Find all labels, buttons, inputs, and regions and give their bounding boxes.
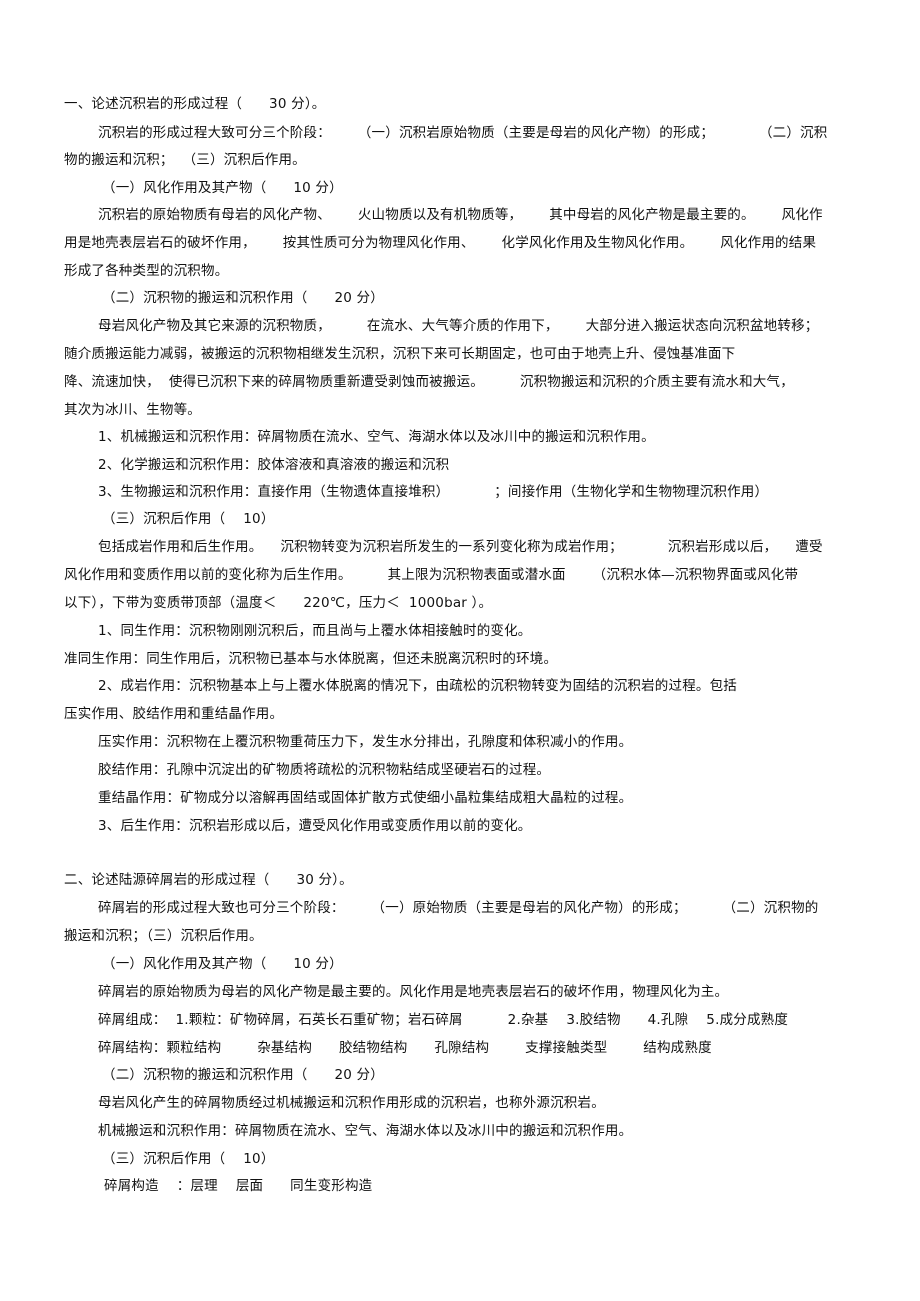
paragraph-line: 以下），下带为变质带顶部（温度＜ 220℃，压力＜ 1000bar ）。	[64, 595, 493, 611]
list-item: 1、同生作用：沉积物刚刚沉积后，而且尚与上覆水体相接触时的变化。	[98, 623, 532, 639]
paragraph-line: 沉积岩的形成过程大致可分三个阶段： （一）沉积岩原始物质（主要是母岩的风化产物）…	[98, 125, 828, 141]
paragraph-line: 碎屑结构：颗粒结构 杂基结构 胶结物结构 孔隙结构 支撑接触类型 结构成熟度	[98, 1040, 712, 1056]
paragraph-line: 风化作用和变质作用以前的变化称为后生作用。 其上限为沉积物表面或潜水面 （沉积水…	[64, 567, 799, 583]
paragraph-line: 搬运和沉积；（三）沉积后作用。	[64, 928, 263, 944]
question-1-title: 一、论述沉积岩的形成过程（ 30 分）。	[64, 96, 326, 112]
paragraph-line: 碎屑岩的原始物质为母岩的风化产物是最主要的。风化作用是地壳表层岩石的破坏作用，物…	[98, 984, 729, 1000]
section-heading: （三）沉积后作用（ 10）	[102, 1151, 275, 1167]
paragraph-line: 随介质搬运能力减弱，被搬运的沉积物相继发生沉积，沉积下来可长期固定，也可由于地壳…	[64, 346, 736, 362]
list-item: 1、机械搬运和沉积作用：碎屑物质在流水、空气、海湖水体以及冰川中的搬运和沉积作用…	[98, 429, 655, 445]
section-heading: （一）风化作用及其产物（ 10 分）	[102, 180, 343, 196]
paragraph-line: 包括成岩作用和后生作用。 沉积物转变为沉积岩所发生的一系列变化称为成岩作用； 沉…	[98, 539, 823, 555]
paragraph-line: 形成了各种类型的沉积物。	[64, 263, 229, 279]
paragraph-line: 母岩风化产物及其它来源的沉积物质， 在流水、大气等介质的作用下， 大部分进入搬运…	[98, 318, 819, 334]
list-item: 2、化学搬运和沉积作用：胶体溶液和真溶液的搬运和沉积	[98, 457, 450, 473]
question-2-title: 二、论述陆源碎屑岩的形成过程（ 30 分）。	[64, 872, 353, 888]
paragraph-line: 胶结作用：孔隙中沉淀出的矿物质将疏松的沉积物粘结成坚硬岩石的过程。	[98, 762, 551, 778]
paragraph-line: 碎屑岩的形成过程大致也可分三个阶段： （一）原始物质（主要是母岩的风化产物）的形…	[98, 900, 819, 916]
paragraph-line: 碎屑构造 ：层理 层面 同生变形构造	[104, 1178, 373, 1194]
section-heading: （三）沉积后作用（ 10）	[102, 511, 275, 527]
section-heading: （二）沉积物的搬运和沉积作用（ 20 分）	[102, 290, 384, 306]
paragraph-line: 压实作用、胶结作用和重结晶作用。	[64, 706, 284, 722]
paragraph-line: 其次为冰川、生物等。	[64, 402, 201, 418]
paragraph-line: 碎屑组成： 1.颗粒：矿物碎屑，石英长石重矿物；岩石碎屑 2.杂基 3.胶结物 …	[98, 1012, 789, 1028]
paragraph-line: 用是地壳表层岩石的破坏作用， 按其性质可分为物理风化作用、 化学风化作用及生物风…	[64, 235, 817, 251]
paragraph-line: 机械搬运和沉积作用：碎屑物质在流水、空气、海湖水体以及冰川中的搬运和沉积作用。	[98, 1123, 633, 1139]
paragraph-line: 沉积岩的原始物质有母岩的风化产物、 火山物质以及有机物质等， 其中母岩的风化产物…	[98, 207, 823, 223]
paragraph-line: 物的搬运和沉积； （三）沉积后作用。	[64, 152, 306, 168]
list-item: 3、后生作用：沉积岩形成以后，遭受风化作用或变质作用以前的变化。	[98, 818, 532, 834]
paragraph-line: 降、流速加快， 使得已沉积下来的碎屑物质重新遭受剥蚀而被搬运。 沉积物搬运和沉积…	[64, 374, 794, 390]
section-heading: （一）风化作用及其产物（ 10 分）	[102, 956, 343, 972]
paragraph-line: 准同生作用：同生作用后，沉积物已基本与水体脱离，但还未脱离沉积时的环境。	[64, 651, 558, 667]
list-item: 2、成岩作用：沉积物基本上与上覆水体脱离的情况下，由疏松的沉积物转变为固结的沉积…	[98, 678, 737, 694]
paragraph-line: 压实作用：沉积物在上覆沉积物重荷压力下，发生水分排出，孔隙度和体积减小的作用。	[98, 734, 633, 750]
section-heading: （二）沉积物的搬运和沉积作用（ 20 分）	[102, 1067, 384, 1083]
paragraph-line: 重结晶作用：矿物成分以溶解再固结或固体扩散方式使细小晶粒集结成粗大晶粒的过程。	[98, 790, 633, 806]
list-item: 3、生物搬运和沉积作用：直接作用（生物遗体直接堆积） ；间接作用（生物化学和生物…	[98, 484, 769, 500]
paragraph-line: 母岩风化产生的碎屑物质经过机械搬运和沉积作用形成的沉积岩，也称外源沉积岩。	[98, 1095, 605, 1111]
